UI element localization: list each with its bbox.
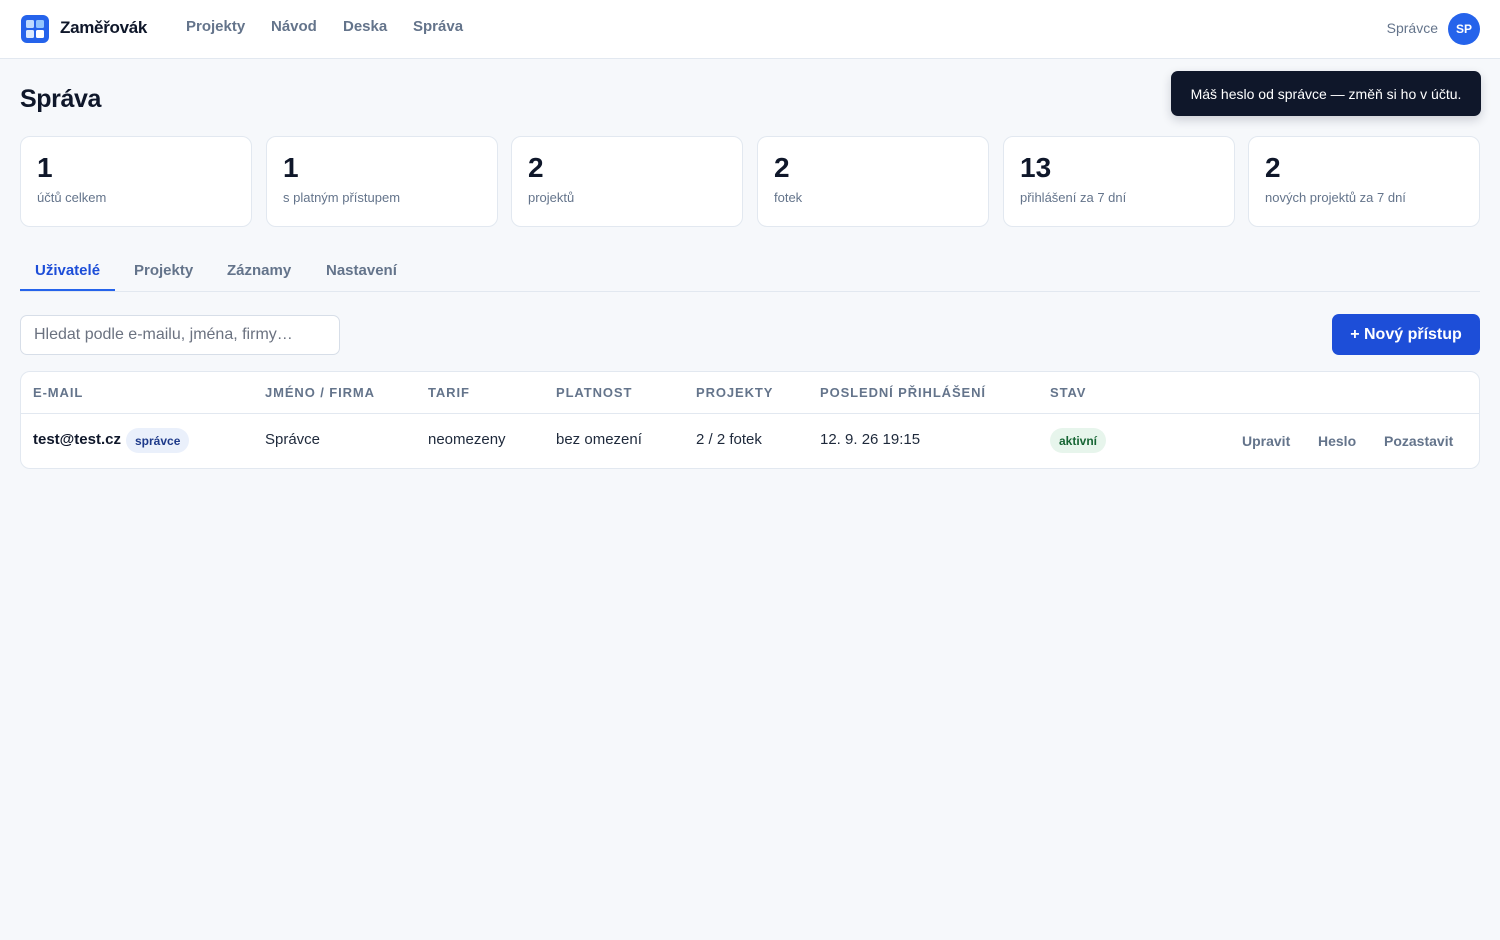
active-tab-indicator [20,289,115,291]
suspend-button[interactable]: Pozastavit [1384,433,1453,449]
stat-value: 2 [774,152,790,183]
status-badge: aktivní [1050,428,1107,453]
search-input[interactable] [20,315,340,355]
cell-last-login: 12. 9. 26 19:15 [820,431,921,448]
stat-card-projects: 2 projektů [511,136,743,227]
stat-label: fotek [774,190,803,205]
users-table: E-MAIL JMÉNO / FIRMA TARIF PLATNOST PROJ… [20,371,1480,469]
cell-projects: 2 / 2 fotek [696,431,762,448]
stat-label: přihlášení za 7 dní [1020,190,1127,205]
toast-message: Máš heslo od správce — změň si ho v účtu… [1190,85,1462,102]
tab-projekty[interactable]: Projekty [134,262,193,279]
stat-card-accounts: 1 účtů celkem [20,136,252,227]
cell-email: test@test.cz [33,431,121,448]
stat-value: 13 [1020,152,1052,183]
stat-label: projektů [528,190,575,205]
stat-value: 2 [528,152,544,183]
tab-zaznamy[interactable]: Záznamy [227,262,291,279]
grid-logo-icon[interactable] [21,15,49,43]
role-badge: správce [126,428,190,453]
tab-uzivatele[interactable]: Uživatelé [35,262,100,279]
password-button[interactable]: Heslo [1318,433,1356,449]
edit-button[interactable]: Upravit [1242,433,1290,449]
stat-value: 2 [1265,152,1281,183]
column-header-last-login[interactable]: POSLEDNÍ PŘIHLÁŠENÍ [820,385,986,400]
avatar[interactable]: SP [1448,13,1480,45]
nav-deska[interactable]: Deska [343,18,387,35]
nav-navod[interactable]: Návod [271,18,317,35]
tabs-divider [20,291,1480,292]
tab-nastaveni[interactable]: Nastavení [326,262,397,279]
column-header-tariff[interactable]: TARIF [428,385,470,400]
stat-value: 1 [283,152,299,183]
stat-label: s platným přístupem [283,190,401,205]
stat-card-new-projects: 2 nových projektů za 7 dní [1248,136,1480,227]
nav-sprava[interactable]: Správa [413,18,463,35]
column-header-validity[interactable]: PLATNOST [556,385,632,400]
page-title: Správa [20,85,101,113]
top-bar: Zaměřovák Projekty Návod Deska Správa Sp… [0,0,1500,59]
nav-projekty[interactable]: Projekty [186,18,245,35]
cell-validity: bez omezení [556,431,642,448]
table-header-divider [21,413,1479,414]
stat-card-photos: 2 fotek [757,136,989,227]
stat-card-logins: 13 přihlášení za 7 dní [1003,136,1235,227]
new-access-button[interactable]: + Nový přístup [1332,314,1480,355]
brand-name[interactable]: Zaměřovák [60,18,147,38]
user-role: Správce [1386,20,1438,36]
cell-name: Správce [265,431,321,448]
password-change-toast: Máš heslo od správce — změň si ho v účtu… [1171,71,1481,116]
cell-tariff: neomezeny [428,431,506,448]
stat-label: účtů celkem [37,190,107,205]
column-header-email[interactable]: E-MAIL [33,385,83,400]
column-header-projects[interactable]: PROJEKTY [696,385,773,400]
column-header-name[interactable]: JMÉNO / FIRMA [265,385,375,400]
column-header-status[interactable]: STAV [1050,385,1086,400]
stat-card-valid-access: 1 s platným přístupem [266,136,498,227]
stat-value: 1 [37,152,53,183]
stat-label: nových projektů za 7 dní [1265,190,1406,205]
